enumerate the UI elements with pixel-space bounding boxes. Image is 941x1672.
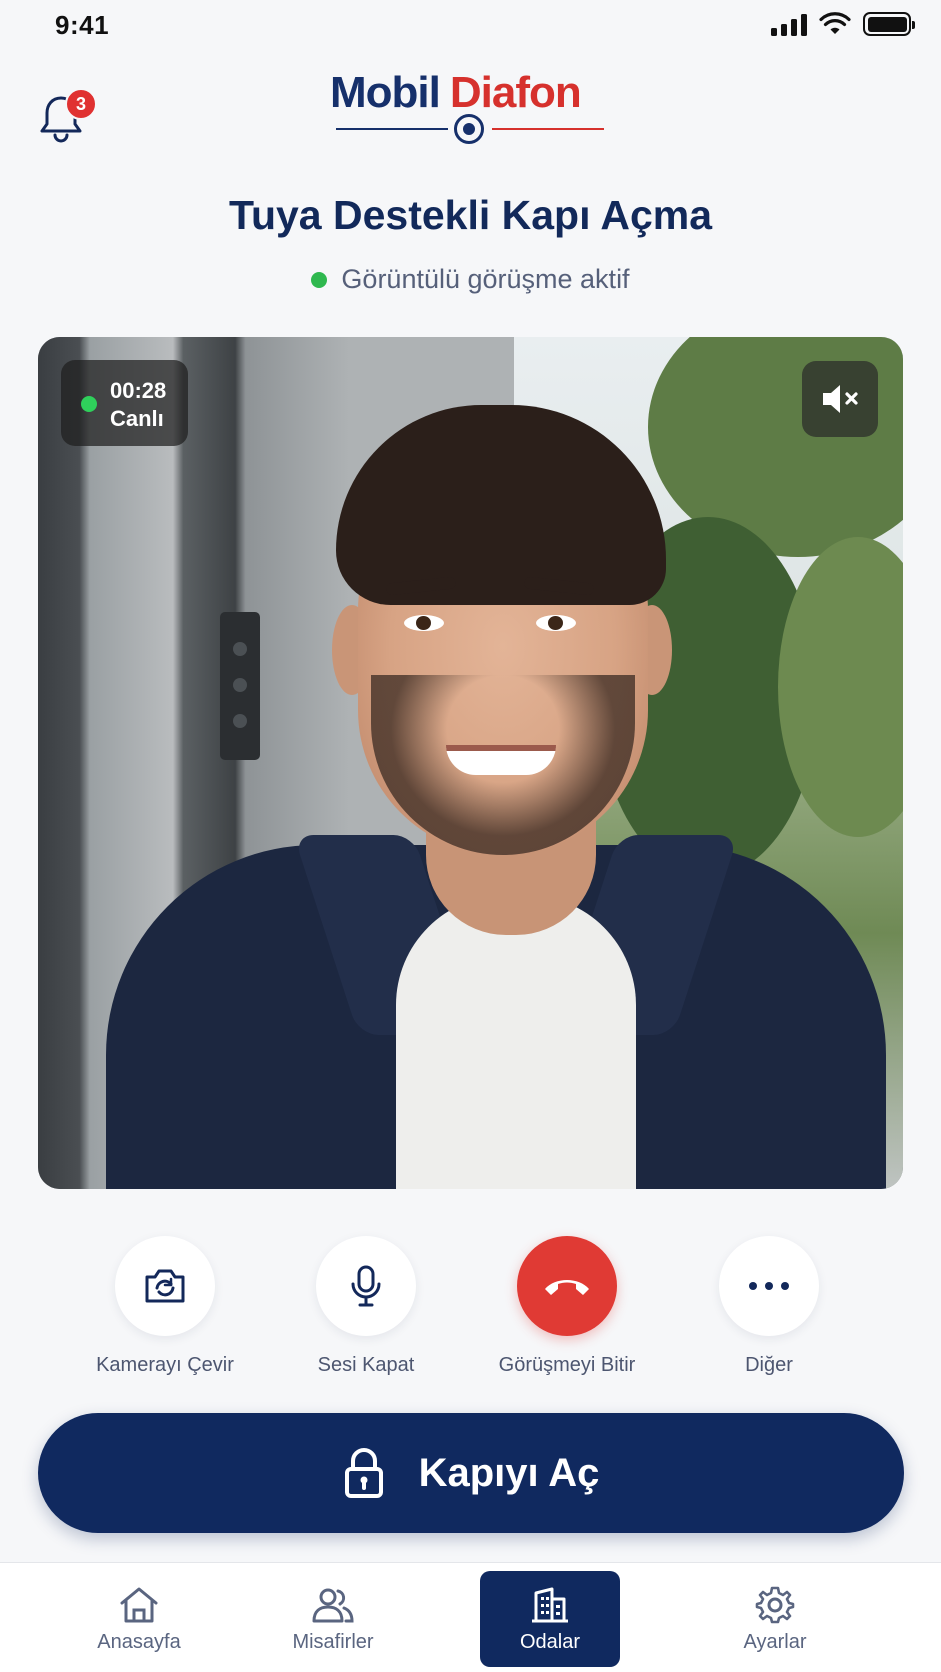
status-bar: 9:41	[0, 0, 941, 50]
flip-camera-label: Kamerayı Çevir	[96, 1354, 234, 1376]
more-icon	[749, 1282, 789, 1290]
gear-icon	[755, 1586, 795, 1623]
flip-camera-button[interactable]	[115, 1236, 215, 1336]
building-icon	[532, 1587, 568, 1622]
visitor-person	[86, 375, 903, 1189]
app-logo: Mobil Diafon	[330, 68, 610, 148]
live-label: Canlı	[110, 406, 164, 431]
logo-part-1: Mobil	[330, 68, 441, 117]
call-status: Görüntülü görüşme aktif	[0, 264, 941, 295]
lock-icon	[344, 1448, 383, 1498]
speaker-mute-button[interactable]	[802, 361, 878, 437]
battery-icon	[863, 12, 915, 36]
mute-mic-button[interactable]	[316, 1236, 416, 1336]
tab-guests-label: Misafirler	[292, 1630, 374, 1653]
live-badge: 00:28 Canlı	[61, 360, 188, 446]
status-icons	[771, 12, 915, 36]
more-label: Diğer	[745, 1354, 793, 1376]
end-call-control[interactable]: Görüşmeyi Bitir	[482, 1236, 652, 1377]
notification-badge: 3	[65, 88, 97, 120]
more-control[interactable]: Diğer	[684, 1236, 854, 1377]
tab-rooms[interactable]: Odalar	[480, 1571, 620, 1667]
home-icon	[120, 1587, 158, 1622]
speaker-muted-icon	[823, 385, 858, 413]
camera-flip-icon	[145, 1269, 185, 1303]
wifi-icon	[819, 12, 851, 34]
call-status-text: Görüntülü görüşme aktif	[341, 264, 630, 294]
tab-settings-label: Ayarlar	[743, 1630, 807, 1653]
bottom-tab-bar: Anasayfa Misafirler Odalar Ayarlar	[0, 1562, 941, 1672]
tab-guests[interactable]: Misafirler	[263, 1571, 403, 1667]
status-time: 9:41	[55, 10, 110, 40]
cellular-signal-icon	[771, 12, 807, 36]
users-icon	[312, 1588, 354, 1622]
mute-mic-label: Sesi Kapat	[317, 1354, 415, 1376]
more-button[interactable]	[719, 1236, 819, 1336]
live-dot	[81, 396, 97, 412]
tab-settings[interactable]: Ayarlar	[705, 1571, 845, 1667]
page-title: Tuya Destekli Kapı Açma	[228, 192, 713, 238]
tab-home-label: Anasayfa	[97, 1630, 181, 1653]
status-dot	[311, 271, 328, 288]
video-feed[interactable]: 00:28 Canlı	[38, 337, 903, 1189]
logo-eye-icon	[454, 114, 484, 144]
tab-rooms-label: Odalar	[519, 1630, 581, 1653]
open-door-button[interactable]: Kapıyı Aç	[38, 1413, 904, 1533]
tab-home[interactable]: Anasayfa	[69, 1571, 209, 1667]
mute-mic-control[interactable]: Sesi Kapat	[281, 1236, 451, 1377]
logo-part-2: Diafon	[449, 68, 582, 117]
call-timer: 00:28	[110, 378, 167, 403]
open-door-label: Kapıyı Aç	[418, 1450, 600, 1495]
end-call-label: Görüşmeyi Bitir	[498, 1354, 636, 1376]
flip-camera-control[interactable]: Kamerayı Çevir	[80, 1236, 250, 1377]
hang-up-icon	[545, 1280, 589, 1295]
end-call-button[interactable]	[517, 1236, 617, 1336]
microphone-icon	[351, 1265, 381, 1307]
